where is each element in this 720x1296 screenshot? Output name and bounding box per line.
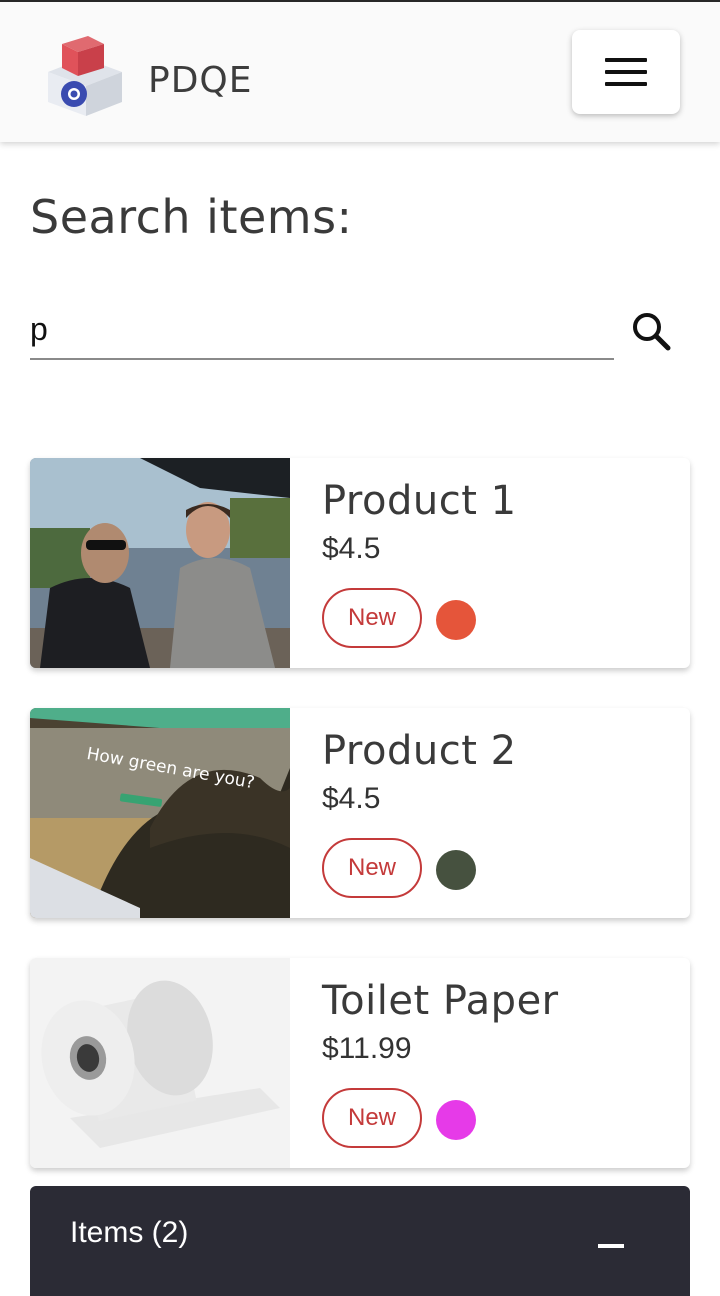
search-input[interactable] [30,300,614,360]
menu-button[interactable] [572,30,680,114]
app-header: PDQE [0,2,720,142]
product-card[interactable]: Toilet Paper $11.99 New [30,958,690,1168]
brand-name[interactable]: PDQE [148,60,253,101]
color-dot [436,1100,476,1140]
product-price: $4.5 [322,532,381,565]
hamburger-menu-icon [605,58,647,62]
product-name: Product 1 [322,478,517,524]
color-dot [436,600,476,640]
status-badge: New [322,838,422,898]
product-card[interactable]: Product 1 $4.5 New [30,458,690,668]
logo-icon [48,36,122,116]
product-image: How green are you? [30,708,290,918]
collapse-icon[interactable] [598,1244,624,1248]
search-icon[interactable] [628,308,674,354]
product-image [30,958,290,1168]
status-badge: New [322,1088,422,1148]
product-name: Product 2 [322,728,517,774]
product-price: $4.5 [322,782,381,815]
product-image [30,458,290,668]
search-title: Search items: [30,190,353,244]
items-panel-label: Items (2) [70,1216,189,1249]
product-price: $11.99 [322,1032,412,1065]
color-dot [436,850,476,890]
product-name: Toilet Paper [322,978,559,1024]
status-badge: New [322,588,422,648]
product-card[interactable]: How green are you? Product 2 $4.5 New [30,708,690,918]
